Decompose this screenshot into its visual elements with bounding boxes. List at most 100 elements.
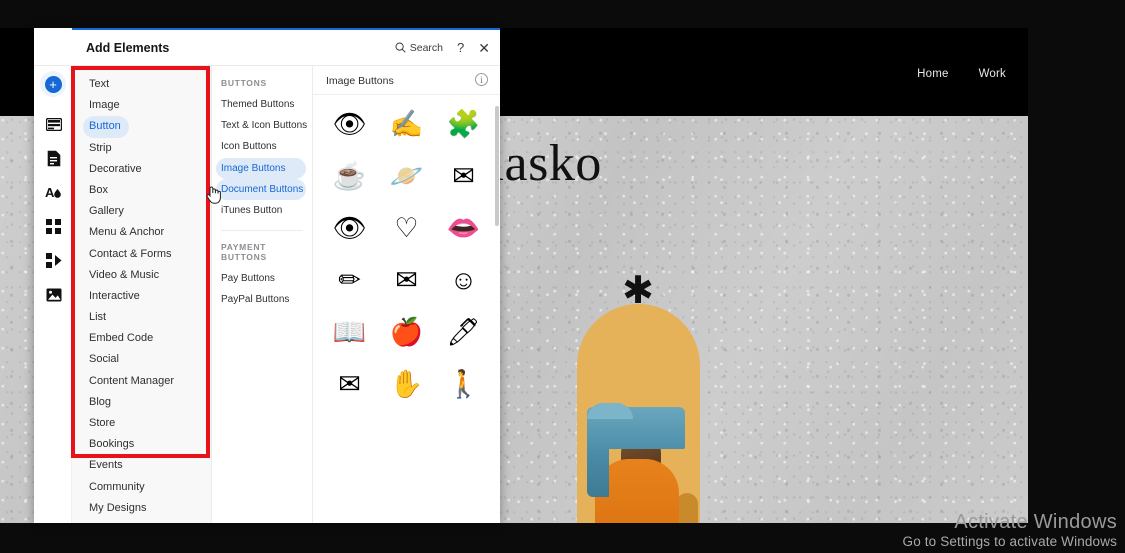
buttons-subcategory-group: Themed Buttons Text & Icon Buttons Icon Bu… — [212, 94, 312, 221]
menu-item-menu-anchor[interactable]: Menu & Anchor — [72, 222, 211, 243]
planet-button[interactable]: 🪐 — [378, 150, 435, 202]
subitem-document-buttons[interactable]: Document Buttons — [216, 178, 306, 200]
menu-item-interactive[interactable]: Interactive — [72, 286, 211, 307]
menu-item-label: Contact & Forms — [89, 247, 172, 260]
menu-item-list[interactable]: List — [72, 307, 211, 328]
add-elements-panel: Add Elements Search ? ✕ + A Text Image B… — [34, 28, 500, 523]
subitem-pay-buttons[interactable]: Pay Buttons — [212, 268, 312, 289]
pencil-sketch-button[interactable]: ✏ — [321, 254, 378, 306]
portrait-artwork — [577, 304, 700, 523]
hand-with-pen-button[interactable]: ✋ — [378, 358, 435, 410]
search-icon — [395, 42, 406, 53]
menu-item-label: Menu & Anchor — [89, 226, 165, 239]
nav-link-work[interactable]: Work — [979, 68, 1006, 80]
menu-item-gallery[interactable]: Gallery — [72, 201, 211, 222]
subitem-themed-buttons[interactable]: Themed Buttons — [212, 94, 312, 115]
hand-with-pen-button-glyph: ✋ — [389, 368, 424, 399]
artwork-hat-fold — [587, 445, 609, 497]
heart-sketch-button-glyph: ♡ — [394, 212, 419, 243]
heart-sketch-button[interactable]: ♡ — [378, 202, 435, 254]
colored-cube-button[interactable]: 🧩 — [435, 98, 492, 150]
subitem-icon-buttons[interactable]: Icon Buttons — [212, 136, 312, 157]
envelope-worm-button[interactable]: ✉ — [435, 150, 492, 202]
menu-item-label: Interactive — [89, 289, 140, 302]
white-envelope-button[interactable]: ✉ — [321, 358, 378, 410]
menu-item-label: Button — [89, 120, 121, 133]
pages-icon[interactable] — [45, 150, 62, 167]
menu-item-label: List — [89, 311, 107, 324]
subitem-label: Themed Buttons — [221, 99, 295, 110]
menu-item-my-designs[interactable]: My Designs — [72, 498, 211, 519]
menu-item-label: Strip — [89, 141, 112, 154]
panel-header: Add Elements Search ? ✕ — [34, 30, 500, 66]
artwork-arm — [676, 493, 698, 523]
search-button[interactable]: Search — [395, 42, 443, 54]
subitem-label: Image Buttons — [221, 162, 286, 174]
add-element-icon[interactable]: + — [40, 71, 66, 97]
site-nav-links: Home Work — [917, 68, 1006, 80]
menu-item-events[interactable]: Events — [72, 455, 211, 476]
menu-item-label: Text — [89, 78, 110, 90]
menu-item-text[interactable]: Text — [72, 74, 211, 95]
image-buttons-gallery: Image Buttons i 👁 ✍ 🧩 ☕ 🪐 ✉ 👁 ♡ 👄 ✏ ✉ ☺ 📖 🍎 🖊 ✉ ✋ 🚶 — [313, 66, 500, 523]
gallery-scrollbar[interactable] — [495, 106, 499, 226]
watermark-subtitle: Go to Settings to activate Windows — [902, 534, 1117, 549]
eye-sketch-button[interactable]: 👁 — [321, 202, 378, 254]
menu-item-decorative[interactable]: Decorative — [72, 159, 211, 180]
lips-sketch-button-glyph: 👄 — [446, 212, 481, 243]
group-label-payment-buttons: PAYMENT BUTTONS — [221, 242, 267, 263]
menu-item-contact-forms[interactable]: Contact & Forms — [72, 244, 211, 265]
menu-item-community[interactable]: Community — [72, 477, 211, 498]
subitem-itunes-button[interactable]: iTunes Button — [212, 200, 312, 221]
apps-grid-icon[interactable] — [45, 218, 62, 235]
colored-cube-button-glyph: 🧩 — [446, 108, 481, 139]
menu-item-label: Social — [89, 353, 119, 366]
gallery-title: Image Buttons — [326, 75, 394, 87]
smiley-sketch-button[interactable]: ☺ — [435, 254, 492, 306]
screen: Home Work Dara Valasko ✱ Graphics Inter — [0, 0, 1125, 553]
envelope-sketch-button[interactable]: ✉ — [378, 254, 435, 306]
info-icon[interactable]: i — [475, 73, 488, 86]
element-subcategory-list: BUTTONS Themed Buttons Text & Icon Button… — [212, 66, 313, 523]
menu-item-strip[interactable]: Strip — [72, 138, 211, 159]
lips-sketch-button[interactable]: 👄 — [435, 202, 492, 254]
apple-button[interactable]: 🍎 — [378, 306, 435, 358]
menu-item-embed-code[interactable]: Embed Code — [72, 328, 211, 349]
close-icon[interactable]: ✕ — [478, 41, 490, 55]
add-ons-icon[interactable] — [45, 252, 62, 269]
help-button[interactable]: ? — [457, 40, 464, 55]
subitem-paypal-buttons[interactable]: PayPal Buttons — [212, 289, 312, 310]
menu-item-image[interactable]: Image — [72, 95, 211, 116]
menu-item-bookings[interactable]: Bookings — [72, 434, 211, 455]
subitem-image-buttons[interactable]: Image Buttons — [216, 157, 306, 179]
hand-holding-note-button[interactable]: ✍ — [378, 98, 435, 150]
menu-item-label: Content Manager — [89, 374, 174, 387]
menu-item-blog[interactable]: Blog — [72, 392, 211, 413]
menu-item-social[interactable]: Social — [72, 349, 211, 370]
menu-item-label: Blog — [89, 395, 112, 408]
menu-item-label: Gallery — [89, 205, 124, 218]
menu-item-store[interactable]: Store — [72, 413, 211, 434]
menu-item-button[interactable]: Button — [83, 116, 129, 138]
menu-item-box[interactable]: Box — [72, 180, 211, 201]
element-category-list: Text Image Button Strip Decorative Box Gallery… — [72, 66, 212, 523]
pen-button[interactable]: 🖊 — [435, 306, 492, 358]
nav-link-home[interactable]: Home — [917, 68, 948, 80]
menu-item-label: My Designs — [89, 501, 147, 514]
mug-with-hands-button[interactable]: ☕ — [321, 150, 378, 202]
media-icon[interactable] — [45, 286, 62, 303]
eye-sketch-button-glyph: 👁 — [332, 212, 367, 243]
man-with-book-button[interactable]: 📖 — [321, 306, 378, 358]
subitem-text-icon-buttons[interactable]: Text & Icon Buttons — [212, 115, 312, 136]
menu-item-content-manager[interactable]: Content Manager — [72, 371, 211, 392]
smiley-sketch-button-glyph: ☺ — [449, 264, 478, 295]
student-walking-button[interactable]: 🚶 — [435, 358, 492, 410]
eyeball-button[interactable]: 👁 — [321, 98, 378, 150]
artwork-figure — [577, 304, 700, 523]
theme-icon[interactable]: A — [45, 184, 62, 201]
sections-icon[interactable] — [45, 116, 62, 133]
page-title: Add Elements — [86, 41, 170, 55]
subitem-label: Document Buttons — [221, 183, 304, 195]
group-label-buttons: BUTTONS — [221, 78, 267, 88]
menu-item-video-music[interactable]: Video & Music — [72, 265, 211, 286]
